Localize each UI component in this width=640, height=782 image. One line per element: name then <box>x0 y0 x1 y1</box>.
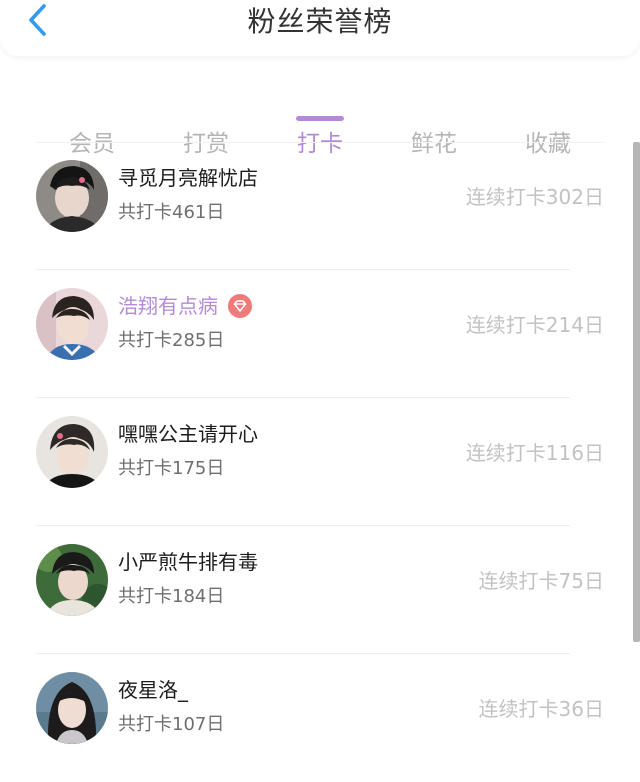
avatar[interactable] <box>36 416 108 488</box>
avatar[interactable] <box>36 544 108 616</box>
tab-bar: 会员 打赏 打卡 鲜花 收藏 <box>0 56 640 157</box>
page-title: 粉丝荣誉榜 <box>247 5 393 38</box>
avatar[interactable] <box>36 160 108 232</box>
consecutive-checkin-days: 连续打卡302日 <box>465 185 604 209</box>
avatar[interactable] <box>36 672 108 744</box>
fan-name: 寻觅月亮解忧店 <box>118 166 258 190</box>
list-item[interactable]: 夜星洛_ 共打卡107日 连续打卡36日 <box>0 654 640 782</box>
fan-name: 夜星洛_ <box>118 678 188 702</box>
consecutive-checkin-days: 连续打卡36日 <box>478 697 604 721</box>
avatar[interactable] <box>36 288 108 360</box>
fan-name: 小严煎牛排有毒 <box>118 550 258 574</box>
list-item[interactable]: 浩翔有点病 共打卡285日 连续打卡214日 <box>0 270 640 398</box>
list-item[interactable]: 小严煎牛排有毒 共打卡184日 连续打卡75日 <box>0 526 640 654</box>
consecutive-checkin-days: 连续打卡214日 <box>465 313 604 337</box>
consecutive-checkin-days: 连续打卡75日 <box>478 569 604 593</box>
total-checkin-days: 共打卡285日 <box>118 330 225 351</box>
consecutive-checkin-days: 连续打卡116日 <box>465 441 604 465</box>
total-checkin-days: 共打卡175日 <box>118 458 225 479</box>
total-checkin-days: 共打卡184日 <box>118 586 225 607</box>
total-checkin-days: 共打卡107日 <box>118 714 225 735</box>
vip-diamond-icon <box>228 294 252 318</box>
total-checkin-days: 共打卡461日 <box>118 202 225 223</box>
list-item[interactable]: 嘿嘿公主请开心 共打卡175日 连续打卡116日 <box>0 398 640 526</box>
active-tab-indicator <box>296 116 344 121</box>
list-item[interactable]: 寻觅月亮解忧店 共打卡461日 连续打卡302日 <box>0 142 640 270</box>
scrollbar[interactable] <box>633 142 640 642</box>
fan-name: 嘿嘿公主请开心 <box>118 422 258 446</box>
fan-name: 浩翔有点病 <box>118 292 252 320</box>
header-bar: 粉丝荣誉榜 <box>0 0 640 56</box>
